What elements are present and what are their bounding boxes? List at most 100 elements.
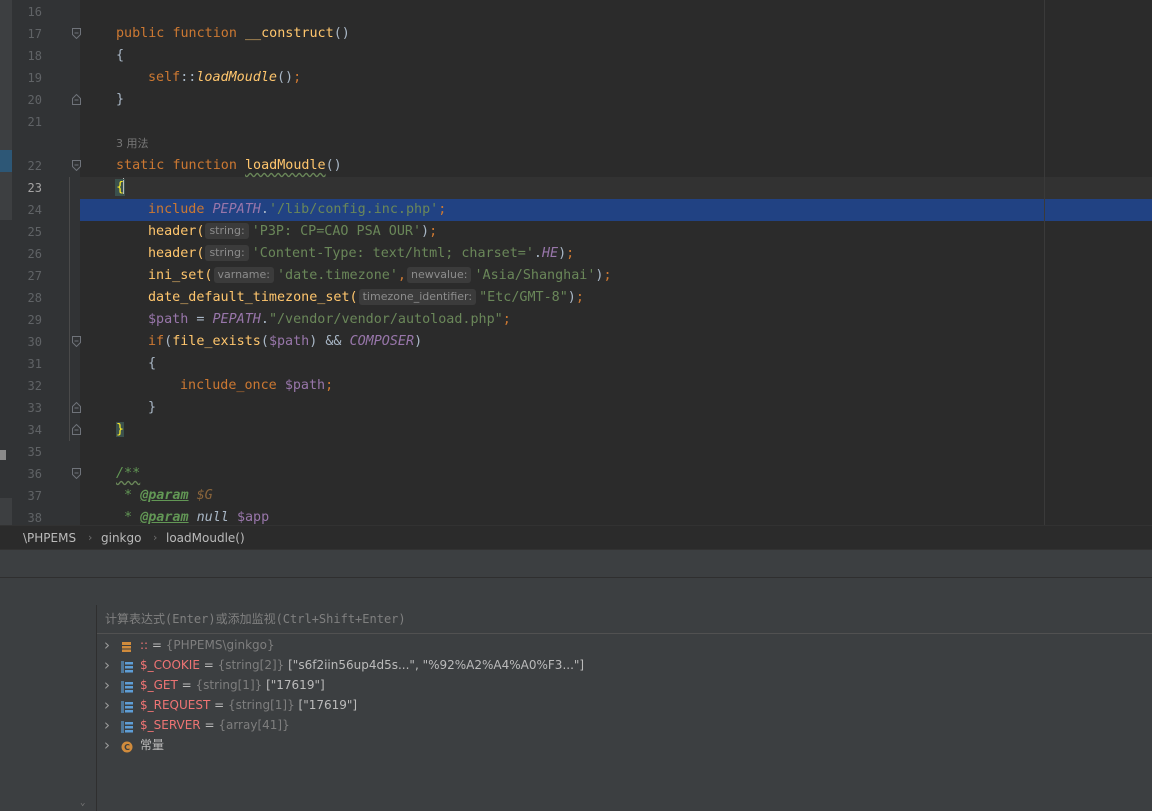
fold-open-icon[interactable] [72,336,81,347]
variable-row[interactable]: ›:: = {PHPEMS\ginkgo} [97,635,1152,655]
code-line[interactable]: 17 public function __construct() [0,23,1152,45]
code-token: . [260,202,269,217]
code-token: public [116,26,165,41]
fold-close-icon[interactable] [72,424,81,435]
variable-row[interactable]: › $_GET = {string[1]} ["17619"] [97,675,1152,695]
line-number: 25 [27,225,42,239]
code-token: header( [148,224,205,239]
code-line[interactable]: 22 static function loadMoudle() [0,155,1152,177]
chevron-right-icon[interactable]: › [104,695,114,715]
code-line[interactable]: 21 [0,111,1152,133]
code-token: 'Content-Type: text/html; charset=' [251,246,534,261]
line-number: 23 [27,181,42,195]
code-line[interactable]: 32 include_once $path; [0,375,1152,397]
code-token: @param [140,488,189,503]
usages-inlay[interactable]: 3 用法 [0,133,1152,155]
line-number: 33 [27,401,42,415]
chevron-down-icon[interactable]: ⌄ [80,798,90,808]
line-number: 21 [27,115,42,129]
variable-name: 常量 [140,738,165,752]
usages-count-label[interactable]: 3 用法 [116,133,149,155]
chevron-right-icon[interactable]: › [104,655,114,675]
variable-text: $_GET = {string[1]} ["17619"] [140,675,325,695]
variable-row[interactable]: › $_COOKIE = {string[2]} ["s6f2iin56up4d5… [97,655,1152,675]
variable-type: {PHPEMS\ginkgo} [165,638,275,652]
code-line[interactable]: 29 $path = PEPATH."/vendor/vendor/autoloa… [0,309,1152,331]
fold-close-icon[interactable] [72,94,81,105]
variable-name: :: [140,638,149,652]
code-line[interactable]: 28 date_default_timezone_set(timezone_ide… [0,287,1152,309]
code-line[interactable]: 25 header(string: 'P3P: CP=CAO PSA OUR'); [0,221,1152,243]
chevron-right-icon[interactable]: › [104,675,114,695]
code-line[interactable]: 38 * @param null $app [0,507,1152,525]
code-token: PEPATH [212,202,261,217]
parameter-hint: timezone_identifier: [358,289,477,305]
code-text: { [114,177,126,199]
code-token: * [116,488,141,503]
code-line[interactable]: 26 header(string: 'Content-Type: text/html… [0,243,1152,265]
code-line[interactable]: 23 { [0,177,1152,199]
code-line[interactable]: 30 if(file_exists($path) && COMPOSER) [0,331,1152,353]
code-token: ) && [309,334,350,349]
code-token: COMPOSER [349,334,415,349]
line-number: 34 [27,423,42,437]
chevron-right-icon[interactable]: › [104,735,114,755]
code-token: . [533,246,542,261]
variable-name: $_GET [140,678,178,692]
code-token: () [325,158,342,173]
line-number: 18 [27,49,42,63]
chevron-right-icon[interactable]: › [104,635,114,655]
variable-equals: = [210,698,228,712]
variable-equals: = [177,678,196,692]
code-token: date_default_timezone_set( [148,290,358,305]
code-line[interactable]: 18 { [0,45,1152,67]
code-line[interactable]: 35 [0,441,1152,463]
svg-text:C: C [124,743,130,752]
variable-name: $_COOKIE [140,658,200,672]
variable-row[interactable]: › C 常量 [97,735,1152,755]
chevron-right-icon[interactable]: › [104,715,114,735]
breadcrumb-class[interactable]: ginkgo [101,530,141,546]
breadcrumb: \PHPEMS › ginkgo › loadMoudle() [0,525,1152,550]
fold-open-icon[interactable] [72,28,81,39]
code-token: 'date.timezone' [276,268,398,283]
code-line[interactable]: 24 include PEPATH.'/lib/config.inc.php'; [0,199,1152,221]
fold-close-icon[interactable] [72,402,81,413]
code-line[interactable]: 31 { [0,353,1152,375]
code-line[interactable]: 36 /** [0,463,1152,485]
code-line[interactable]: 19 self::loadMoudle(); [0,67,1152,89]
evaluate-expression-bar[interactable] [97,605,1152,634]
code-token: { [116,48,125,63]
code-token: $path [268,334,310,349]
variable-text: 常量 [140,735,164,755]
fold-open-icon[interactable] [72,468,81,479]
fold-open-icon[interactable] [72,160,81,171]
variable-equals: = [199,658,218,672]
code-line[interactable]: 20} [0,89,1152,111]
breadcrumb-method[interactable]: loadMoudle() [166,530,245,546]
variable-text: :: = {PHPEMS\ginkgo} [140,635,275,655]
line-number: 35 [27,445,42,459]
code-token: = [188,312,213,327]
variable-type: {string[1]} [195,678,263,692]
variable-value: ["17619"] [294,698,358,712]
variable-row[interactable]: › $_REQUEST = {string[1]} ["17619"] [97,695,1152,715]
frames-panel[interactable] [0,605,97,811]
line-number: 28 [27,291,42,305]
code-editor[interactable]: 16 17 public function __construct() 18 {19 se… [0,0,1152,525]
code-text: { [116,45,124,67]
chevron-right-icon: › [153,531,158,544]
variables-panel[interactable]: ›:: = {PHPEMS\ginkgo}›$_COOKIE = {string… [97,605,1152,811]
code-token: if [148,334,165,349]
evaluate-expression-input[interactable] [105,611,805,627]
variable-row[interactable]: › $_SERVER = {array[41]} [97,715,1152,735]
code-line[interactable]: 37 * @param $G [0,485,1152,507]
code-line[interactable]: 34} [0,419,1152,441]
code-token: 'P3P: CP=CAO PSA OUR' [251,224,422,239]
code-token: PEPATH [212,312,261,327]
code-line[interactable]: 27 ini_set(varname:'date.timezone', newval… [0,265,1152,287]
code-line[interactable]: 33} [0,397,1152,419]
array-icon [121,699,134,713]
breadcrumb-namespace[interactable]: \PHPEMS [23,530,76,546]
code-line[interactable]: 16 [0,1,1152,23]
